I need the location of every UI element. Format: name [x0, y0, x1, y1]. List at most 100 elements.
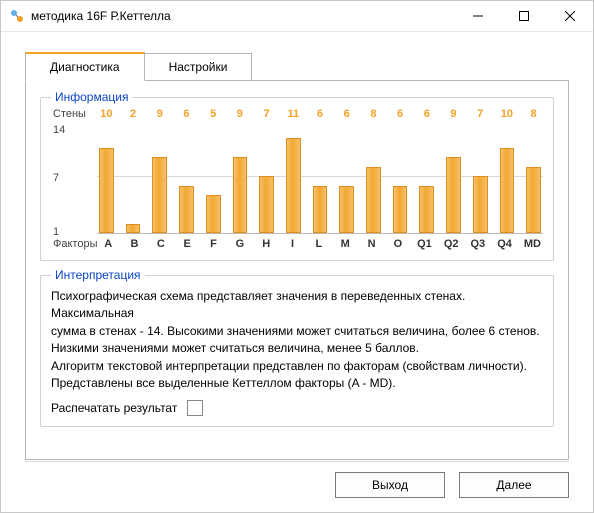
bar-col: 7 — [473, 110, 488, 233]
bar-value: 9 — [233, 108, 248, 120]
button-label: Выход — [372, 478, 408, 492]
x-axis-title: Факторы — [51, 238, 99, 250]
titlebar: методика 16F Р.Кеттелла — [1, 1, 593, 32]
print-label: Распечатать результат — [51, 401, 177, 415]
interp-line: сумма в стенах - 14. Высокими значениями… — [51, 323, 543, 340]
next-button[interactable]: Далее — [459, 472, 569, 498]
group-legend: Информация — [51, 90, 132, 104]
bar-col: 10 — [500, 110, 515, 233]
x-tick-label: H — [259, 238, 273, 250]
x-tick-label: A — [101, 238, 115, 250]
bar — [500, 148, 515, 233]
bar — [419, 186, 434, 233]
group-information: Информация Стены 14 7 1 1029659711668669… — [40, 97, 554, 261]
bar-col: 6 — [313, 110, 328, 233]
minimize-button[interactable] — [455, 1, 501, 31]
chart-plot: 10296597116686697108 — [97, 110, 543, 234]
y-tick-7: 7 — [53, 172, 59, 184]
bar — [99, 148, 114, 233]
group-interpretation: Интерпретация Психографическая схема пре… — [40, 275, 554, 427]
x-tick-label: I — [285, 238, 299, 250]
print-checkbox[interactable] — [187, 400, 203, 416]
bar-col: 6 — [179, 110, 194, 233]
x-tick-label: G — [233, 238, 247, 250]
tabstrip: Диагностика Настройки — [25, 52, 569, 80]
interp-line: Низкими значениями может считаться велич… — [51, 340, 543, 357]
interp-line: Алгоритм текстовой интерпретации предста… — [51, 358, 543, 375]
interpretation-text: Психографическая схема представляет знач… — [51, 288, 543, 392]
tab-label: Настройки — [169, 60, 228, 74]
bar-col: 10 — [99, 110, 114, 233]
bar-value: 9 — [446, 108, 461, 120]
print-row: Распечатать результат — [51, 400, 543, 416]
y-tick-1: 1 — [53, 226, 59, 238]
bar-value: 9 — [152, 108, 167, 120]
tab-settings[interactable]: Настройки — [144, 53, 253, 80]
y-tick-14: 14 — [53, 124, 65, 136]
bar — [233, 157, 248, 233]
bar — [259, 176, 274, 233]
interp-line: Психографическая схема представляет знач… — [51, 288, 543, 323]
window-title: методика 16F Р.Кеттелла — [31, 9, 455, 23]
bar-value: 5 — [206, 108, 221, 120]
chart-x-labels: ABCEFGHILMNOQ1Q2Q3Q4MD — [99, 238, 543, 250]
button-label: Далее — [496, 478, 531, 492]
tab-label: Диагностика — [50, 60, 120, 74]
bar-value: 11 — [286, 108, 301, 120]
bar-col: 6 — [393, 110, 408, 233]
close-button[interactable] — [547, 1, 593, 31]
bar-value: 10 — [99, 108, 114, 120]
x-tick-label: O — [391, 238, 405, 250]
x-tick-label: Q1 — [417, 238, 432, 250]
exit-button[interactable]: Выход — [335, 472, 445, 498]
maximize-button[interactable] — [501, 1, 547, 31]
bar-value: 6 — [179, 108, 194, 120]
bar — [206, 195, 221, 233]
bar-value: 10 — [500, 108, 515, 120]
bar — [313, 186, 328, 233]
chart: Стены 14 7 1 10296597116686697108 — [51, 110, 543, 234]
bar-col: 8 — [526, 110, 541, 233]
bar — [446, 157, 461, 233]
bar — [393, 186, 408, 233]
y-axis-title: Стены — [53, 108, 86, 120]
chart-x-axis: Факторы ABCEFGHILMNOQ1Q2Q3Q4MD — [51, 238, 543, 250]
bar-value: 8 — [366, 108, 381, 120]
footer-separator — [25, 461, 569, 462]
x-tick-label: C — [154, 238, 168, 250]
bar — [339, 186, 354, 233]
bar-value: 6 — [393, 108, 408, 120]
x-tick-label: M — [338, 238, 352, 250]
x-tick-label: B — [127, 238, 141, 250]
bar-col: 11 — [286, 110, 301, 233]
bar — [126, 224, 141, 233]
bar-value: 7 — [473, 108, 488, 120]
bar-value: 2 — [126, 108, 141, 120]
x-tick-label: Q3 — [471, 238, 486, 250]
x-tick-label: L — [312, 238, 326, 250]
tab-diagnostics[interactable]: Диагностика — [25, 52, 145, 81]
interp-line: Представлены все выделенные Кеттеллом фа… — [51, 375, 543, 392]
bar — [473, 176, 488, 233]
bar-value: 6 — [313, 108, 328, 120]
bar-col: 5 — [206, 110, 221, 233]
bar-value: 8 — [526, 108, 541, 120]
bar-col: 8 — [366, 110, 381, 233]
x-tick-label: MD — [524, 238, 541, 250]
app-window: методика 16F Р.Кеттелла Диагностика Наст… — [0, 0, 594, 513]
client-area: Диагностика Настройки Информация Стены 1… — [1, 32, 593, 460]
bar — [286, 138, 301, 233]
bar-col: 2 — [126, 110, 141, 233]
bar-value: 6 — [339, 108, 354, 120]
tab-panel-diagnostics: Информация Стены 14 7 1 1029659711668669… — [25, 80, 569, 460]
x-tick-label: F — [206, 238, 220, 250]
footer-buttons: Выход Далее — [335, 472, 569, 498]
x-tick-label: Q2 — [444, 238, 459, 250]
chart-bars: 10296597116686697108 — [97, 110, 543, 233]
bar — [152, 157, 167, 233]
bar-col: 7 — [259, 110, 274, 233]
chart-y-axis: Стены 14 7 1 — [51, 110, 97, 234]
x-tick-label: E — [180, 238, 194, 250]
bar-value: 7 — [259, 108, 274, 120]
bar-col: 9 — [446, 110, 461, 233]
